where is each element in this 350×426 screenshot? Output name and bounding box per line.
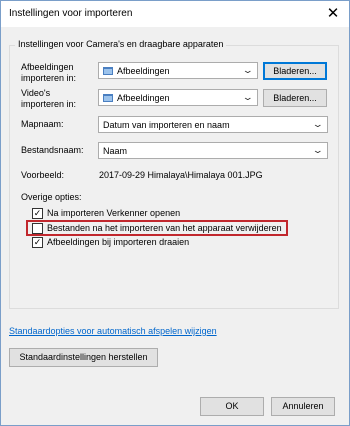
videos-folder-value: Afbeeldingen <box>117 93 170 103</box>
autoplay-defaults-link[interactable]: Standaardopties voor automatisch afspele… <box>9 326 217 336</box>
images-browse-button[interactable]: Bladeren... <box>263 62 327 80</box>
images-folder-label-line2: importeren in: <box>21 73 77 83</box>
open-explorer-checkbox[interactable]: ✓ <box>32 208 43 219</box>
file-name-label: Bestandsnaam: <box>21 145 84 155</box>
open-explorer-label[interactable]: Na importeren Verkenner openen <box>47 208 180 219</box>
chevron-down-icon: ⌄ <box>242 65 255 75</box>
images-folder-label-line1: Afbeeldingen <box>21 62 74 72</box>
videos-folder-label-line1: Video's <box>21 88 51 98</box>
restore-defaults-button[interactable]: Standaardinstellingen herstellen <box>9 348 158 367</box>
images-folder-select[interactable]: Afbeeldingen ⌄ <box>98 62 258 79</box>
window-title: Instellingen voor importeren <box>9 8 133 19</box>
chevron-down-icon: ⌄ <box>312 145 325 155</box>
title-bar: Instellingen voor importeren ✕ <box>1 1 349 27</box>
videos-folder-select[interactable]: Afbeeldingen ⌄ <box>98 89 258 106</box>
folder-name-select[interactable]: Datum van importeren en naam ⌄ <box>98 116 328 133</box>
folder-name-value: Datum van importeren en naam <box>103 120 230 130</box>
import-settings-dialog: Instellingen voor importeren ✕ Instellin… <box>0 0 350 426</box>
videos-folder-label: Video's importeren in: <box>21 88 76 110</box>
file-name-value: Naam <box>103 146 128 156</box>
other-options-label: Overige opties: <box>21 192 82 202</box>
close-icon[interactable]: ✕ <box>323 4 343 24</box>
ok-button[interactable]: OK <box>200 397 264 416</box>
chevron-down-icon: ⌄ <box>242 92 255 102</box>
group-title-prefix: Instellingen voor <box>18 39 84 49</box>
group-title-device: Camera's en draagbare apparaten <box>86 39 224 49</box>
folder-icon <box>103 67 113 75</box>
example-value: 2017-09-29 Himalaya\Himalaya 001.JPG <box>99 170 263 180</box>
images-folder-value: Afbeeldingen <box>117 66 170 76</box>
chevron-down-icon: ⌄ <box>312 119 325 129</box>
videos-browse-button[interactable]: Bladeren... <box>263 89 327 107</box>
cancel-button[interactable]: Annuleren <box>271 397 335 416</box>
group-title: Instellingen voor Camera's en draagbare … <box>15 39 227 49</box>
folder-name-label: Mapnaam: <box>21 119 64 129</box>
file-name-select[interactable]: Naam ⌄ <box>98 142 328 159</box>
videos-folder-label-line2: importeren in: <box>21 99 77 109</box>
rotate-images-label[interactable]: Afbeeldingen bij importeren draaien <box>47 237 189 248</box>
highlight-box <box>26 220 288 236</box>
example-label: Voorbeeld: <box>21 170 65 180</box>
folder-icon <box>103 94 113 102</box>
images-folder-label: Afbeeldingen importeren in: <box>21 62 76 84</box>
rotate-images-checkbox[interactable]: ✓ <box>32 237 43 248</box>
